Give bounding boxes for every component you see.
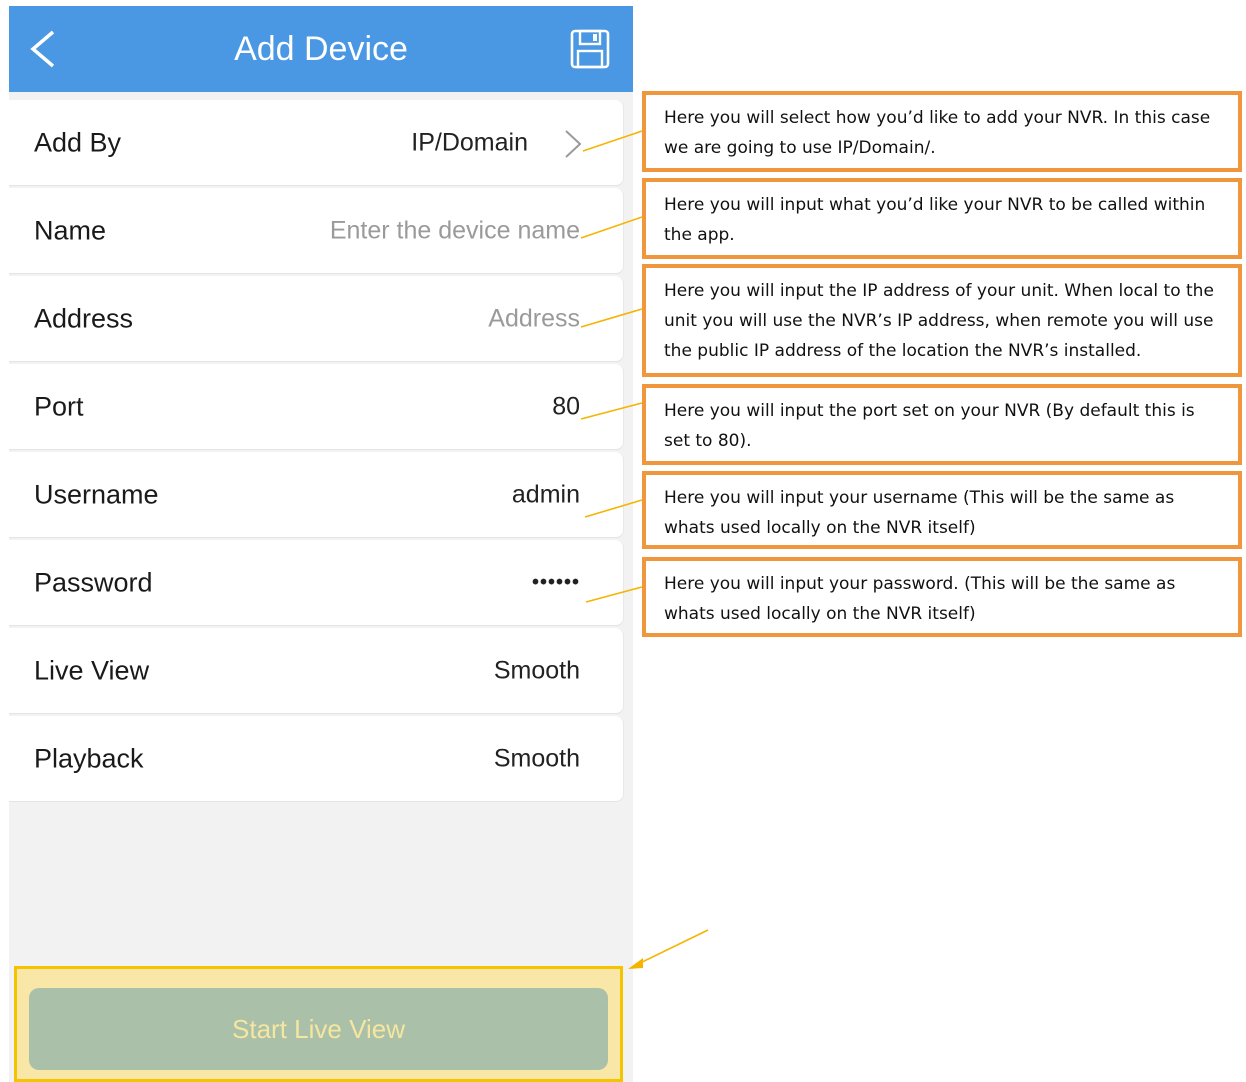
callout-line-add-by xyxy=(582,130,643,152)
callout-lines xyxy=(580,130,709,969)
callout-line-port xyxy=(580,402,643,420)
callout-line-button xyxy=(633,929,709,967)
arrow-head-icon xyxy=(628,958,643,969)
callout-line-name xyxy=(580,216,643,239)
callout-line-username xyxy=(584,499,643,518)
callout-line-address xyxy=(580,308,643,328)
callout-line-password xyxy=(585,586,643,603)
